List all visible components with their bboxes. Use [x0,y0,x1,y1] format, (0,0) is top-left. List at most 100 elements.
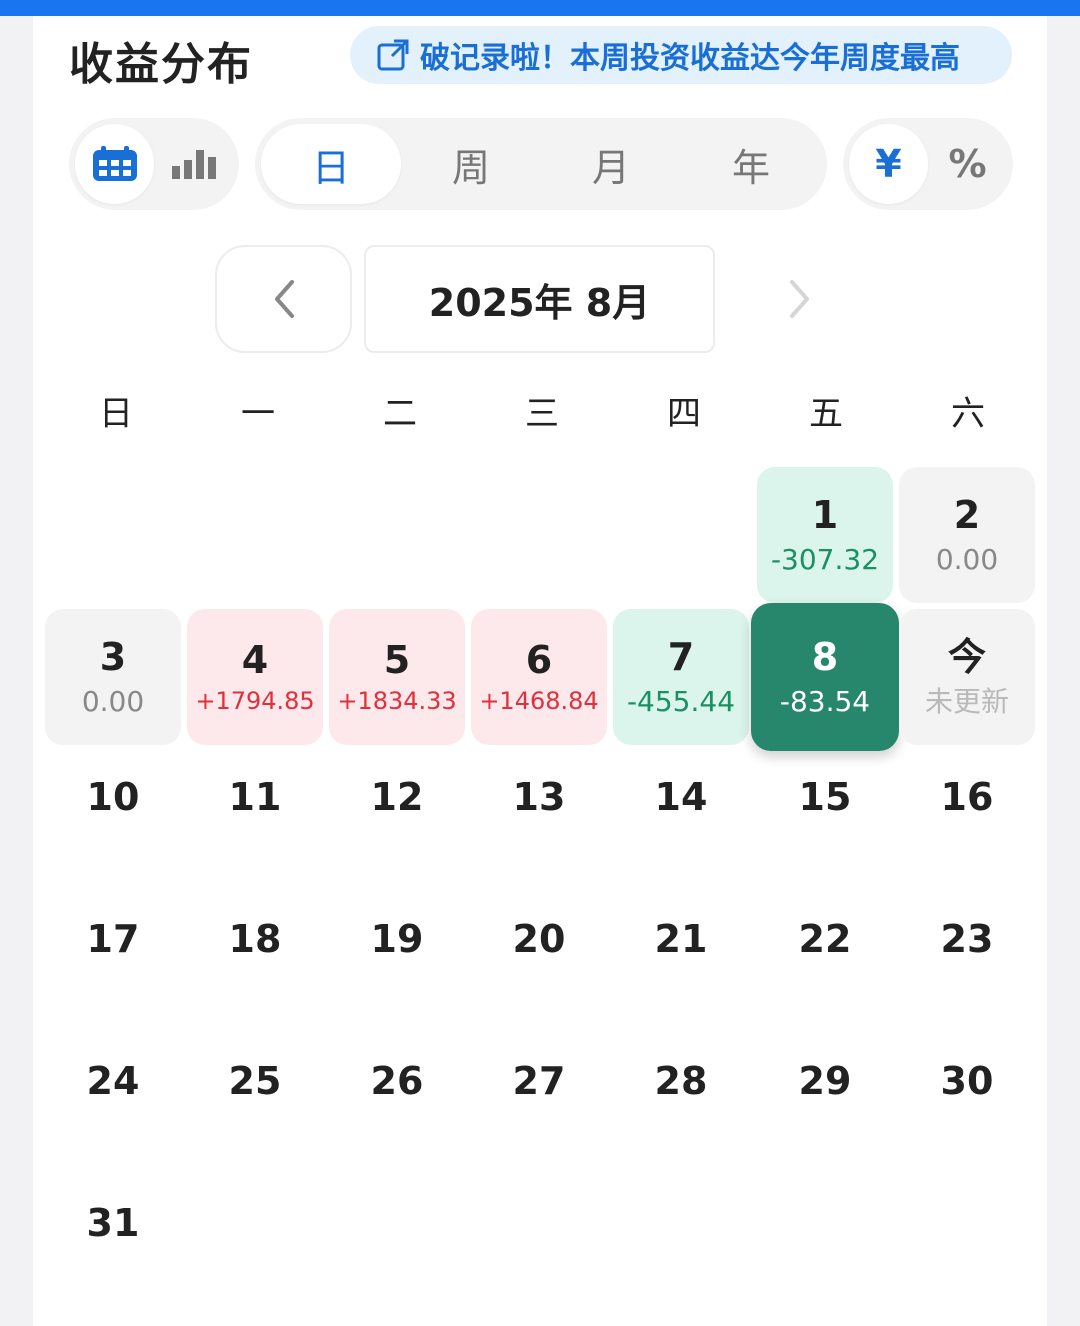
calendar-day[interactable]: 5 +1834.33 [329,609,465,745]
top-status-bar [0,0,1080,16]
day-value: -455.44 [626,685,736,718]
chevron-right-icon [790,280,809,318]
calendar-day[interactable]: 25 [187,1014,323,1150]
calendar-day[interactable]: 28 [613,1014,749,1150]
bar-chart-icon [171,150,216,179]
day-number: 5 [383,637,411,682]
calendar-day[interactable]: 4 +1794.85 [187,609,323,745]
weekday-tue: 二 [383,394,417,434]
page-title: 收益分布 [69,39,253,90]
weekday-mon: 一 [241,394,275,434]
calendar-day[interactable]: 19 [329,872,465,1008]
weekday-thu: 四 [667,394,701,434]
calendar-day[interactable]: 22 [757,872,893,1008]
next-month-button[interactable] [733,245,867,353]
day-value: -307.32 [770,543,880,576]
weekday-wed: 三 [525,394,559,434]
day-number: 17 [86,917,140,962]
calendar-icon [92,146,137,181]
day-number: 19 [370,917,424,962]
day-value: +1468.84 [479,687,599,716]
unit-toggle: ¥ % [843,118,1013,210]
weekday-sat: 六 [951,394,985,434]
calendar-day[interactable]: 26 [329,1014,465,1150]
calendar-day[interactable]: 31 [45,1156,181,1292]
day-number: 2 [953,493,981,538]
day-number: 26 [370,1059,424,1104]
day-number: 8 [811,635,839,680]
calendar-day[interactable]: 14 [613,730,749,866]
day-number: 10 [86,775,140,820]
day-number: 22 [798,917,852,962]
calendar-day[interactable]: 16 [899,730,1035,866]
tab-year[interactable]: 年 [681,124,821,204]
day-value: -83.54 [779,685,871,718]
day-number: 4 [241,637,269,682]
tab-week[interactable]: 周 [401,124,541,204]
calendar-day[interactable]: 3 0.00 [45,609,181,745]
calendar-day[interactable]: 11 [187,730,323,866]
calendar-day[interactable]: 7 -455.44 [613,609,749,745]
calendar-day[interactable]: 24 [45,1014,181,1150]
day-number: 13 [512,775,566,820]
day-number: 16 [940,775,994,820]
calendar-day[interactable]: 30 [899,1014,1035,1150]
day-number: 31 [86,1201,140,1246]
day-number: 6 [525,637,553,682]
day-number: 28 [654,1059,708,1104]
chart-view-button[interactable] [154,124,233,204]
weekday-fri: 五 [809,394,843,434]
calendar-day[interactable]: 20 [471,872,607,1008]
day-number: 25 [228,1059,282,1104]
current-month-label[interactable]: 2025年 8月 [364,245,715,353]
chevron-left-icon [274,280,294,318]
day-value: 未更新 [924,685,1009,718]
day-number: 3 [99,635,127,680]
calendar-day[interactable]: 29 [757,1014,893,1150]
view-mode-toggle [69,118,239,210]
unit-amount-button[interactable]: ¥ [849,124,928,204]
external-link-icon [377,39,409,71]
day-number: 15 [798,775,852,820]
day-number: 1 [811,493,839,538]
day-number: 24 [86,1059,140,1104]
calendar-day[interactable]: 6 +1468.84 [471,609,607,745]
record-banner-text: 破记录啦！本周投资收益达今年周度最高 [420,41,960,76]
day-number: 14 [654,775,708,820]
calendar-view-button[interactable] [75,124,154,204]
day-number: 21 [654,917,708,962]
calendar-day[interactable]: 2 0.00 [899,467,1035,603]
earnings-distribution-card: 收益分布 破记录啦！本周投资收益达今年周度最高 日 周 月 年 ¥ % 2025… [33,16,1047,1326]
day-value: +1834.33 [337,687,457,716]
calendar-day[interactable]: 10 [45,730,181,866]
calendar-day[interactable]: 18 [187,872,323,1008]
calendar-day-today[interactable]: 今 未更新 [899,609,1035,745]
calendar-day[interactable]: 17 [45,872,181,1008]
tab-month[interactable]: 月 [541,124,681,204]
day-value: +1794.85 [195,687,315,716]
calendar-day[interactable]: 13 [471,730,607,866]
tab-day[interactable]: 日 [261,124,401,204]
day-value: 0.00 [935,543,999,576]
unit-percent-button[interactable]: % [928,124,1007,204]
weekday-sun: 日 [99,394,133,434]
day-number: 18 [228,917,282,962]
day-number: 29 [798,1059,852,1104]
day-number: 12 [370,775,424,820]
day-number: 23 [940,917,994,962]
record-banner[interactable]: 破记录啦！本周投资收益达今年周度最高 [350,26,1012,84]
day-number: 27 [512,1059,566,1104]
day-number: 20 [512,917,566,962]
calendar-day[interactable]: 23 [899,872,1035,1008]
calendar-day[interactable]: 21 [613,872,749,1008]
day-number: 11 [228,775,282,820]
day-value: 0.00 [81,685,145,718]
calendar-day[interactable]: 27 [471,1014,607,1150]
calendar-day-selected[interactable]: 8 -83.54 [751,603,899,751]
calendar-day[interactable]: 15 [757,730,893,866]
calendar-day[interactable]: 12 [329,730,465,866]
period-tabs: 日 周 月 年 [255,118,827,210]
previous-month-button[interactable] [215,245,352,353]
day-number: 今 [947,635,986,680]
calendar-day[interactable]: 1 -307.32 [757,467,893,603]
